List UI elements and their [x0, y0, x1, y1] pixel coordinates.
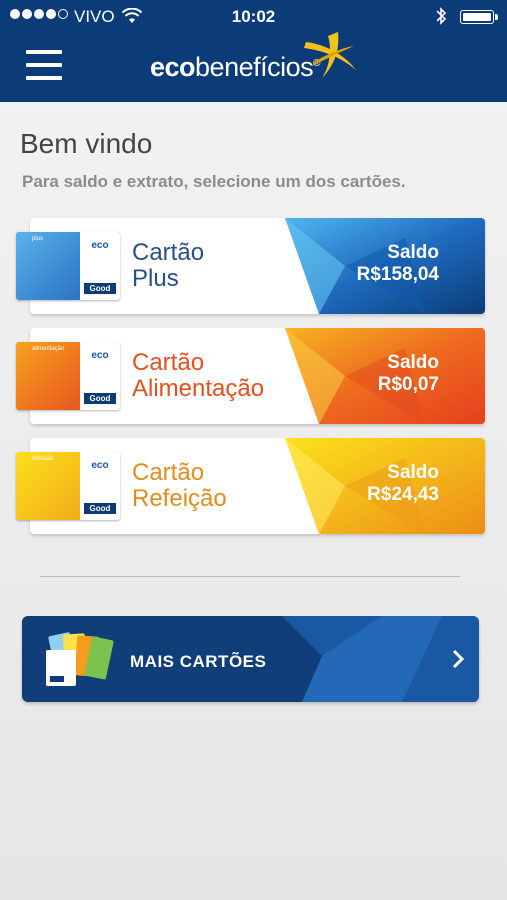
- section-divider: [40, 576, 460, 577]
- saldo-label: Saldo: [387, 462, 439, 483]
- instruction-text: Para saldo e extrato, selecione um dos c…: [22, 172, 406, 191]
- card-name-line1: Cartão: [132, 239, 205, 266]
- saldo-label: Saldo: [387, 352, 439, 373]
- saldo-value: R$0,07: [377, 374, 439, 395]
- hamburger-menu-icon[interactable]: [26, 50, 62, 82]
- more-cards-button[interactable]: MAIS CARTÕES: [22, 616, 479, 702]
- card-tiny-label: alimentação: [32, 346, 65, 352]
- card-alimentacao-image: alimentação eco Good: [16, 342, 120, 410]
- card-plus-image: plus eco Good: [16, 232, 120, 300]
- status-time: 10:02: [231, 7, 276, 26]
- bluetooth-icon: [435, 6, 447, 31]
- card-eco-label: eco: [91, 460, 109, 471]
- logo-bold: eco: [150, 52, 196, 82]
- card-name-line1: Cartão: [132, 459, 205, 486]
- logo-light: benefícios: [195, 52, 314, 82]
- battery-icon: [460, 10, 498, 24]
- card-name: Cartão Plus: [132, 240, 204, 292]
- saldo-label: Saldo: [387, 242, 439, 263]
- app-logo: ecobenefícios®: [150, 52, 320, 92]
- card-tiny-label: plus: [32, 236, 44, 242]
- card-good-label: Good: [84, 503, 116, 514]
- card-name-line2: Plus: [132, 265, 179, 292]
- card-name: Cartão Alimentação: [132, 350, 264, 402]
- status-bar: VIVO 10:02: [0, 0, 507, 34]
- chevron-right-icon: [451, 648, 465, 676]
- saldo-value: R$24,43: [367, 484, 439, 505]
- logo-swoosh-icon: [304, 32, 356, 78]
- card-name-line1: Cartão: [132, 349, 205, 376]
- card-eco-label: eco: [91, 240, 109, 251]
- card-name: Cartão Refeição: [132, 460, 227, 512]
- card-eco-label: eco: [91, 350, 109, 361]
- card-name-line2: Refeição: [132, 485, 227, 512]
- card-tiny-label: refeição: [32, 456, 54, 462]
- card-good-label: Good: [84, 283, 116, 294]
- card-name-line2: Alimentação: [132, 375, 265, 402]
- card-good-label: Good: [84, 393, 116, 404]
- more-cards-label: MAIS CARTÕES: [130, 652, 267, 671]
- saldo-value: R$158,04: [356, 264, 439, 285]
- app-header: VIVO 10:02 ecobenefícios®: [0, 0, 507, 102]
- card-refeicao-image: refeição eco Good: [16, 452, 120, 520]
- welcome-heading: Bem vindo: [20, 128, 153, 159]
- cards-stack-icon: [46, 632, 114, 686]
